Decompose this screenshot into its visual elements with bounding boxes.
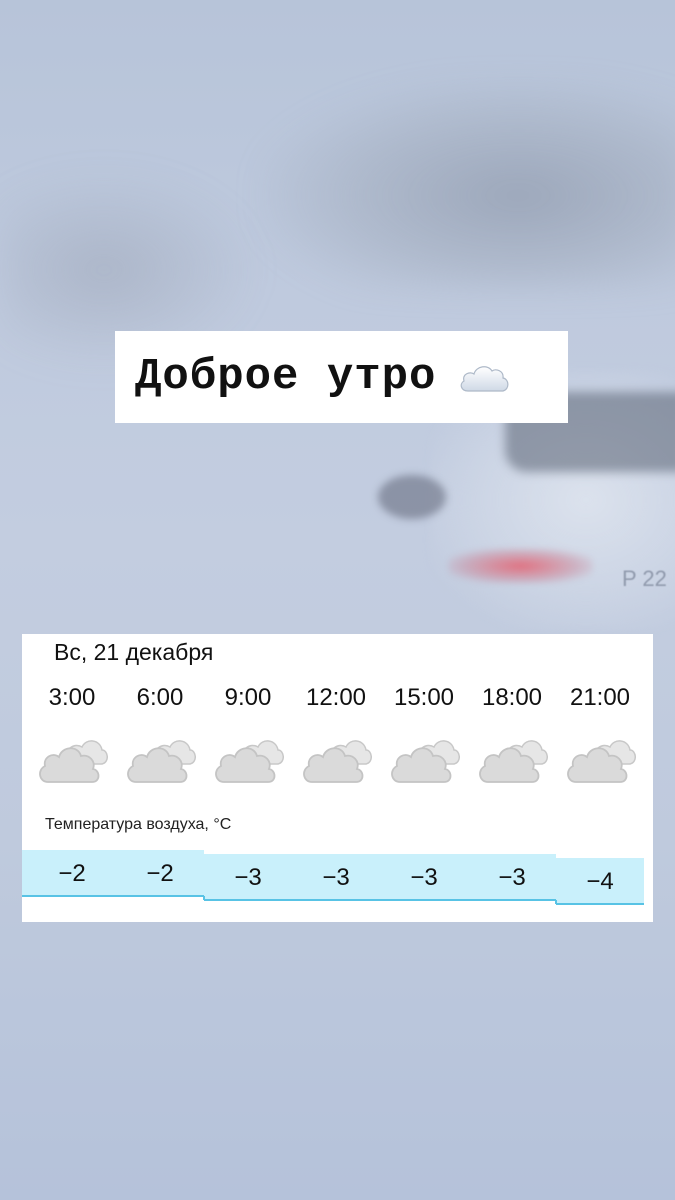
weather-forecast-panel: Вс, 21 декабря 3:00 6:00 9:00 12:00 15:0… — [22, 634, 653, 922]
temperature-value: −3 — [498, 864, 526, 891]
weather-icons-row — [22, 730, 644, 790]
temperature-label: Температура воздуха, °C — [45, 816, 232, 833]
temperature-chart: −2 −2 −3 −3 −3 −3 −4 — [22, 844, 644, 924]
cloudy-icon — [303, 740, 372, 783]
greeting-card: Доброе утро — [115, 331, 568, 423]
hour-label: 3:00 — [48, 684, 96, 711]
temperature-value: −3 — [322, 864, 350, 891]
temperature-value: −3 — [234, 864, 262, 891]
greeting-text: Доброе утро — [135, 352, 437, 402]
hour-label: 9:00 — [224, 684, 272, 711]
car-tail-light — [448, 548, 593, 584]
license-plate: P 22 — [622, 566, 667, 591]
temperature-value: −2 — [58, 860, 86, 887]
hour-label: 18:00 — [481, 684, 543, 711]
trees-silhouette — [260, 80, 675, 290]
hour-label: 21:00 — [569, 684, 631, 711]
forecast-date: Вс, 21 декабря — [54, 639, 214, 665]
temperature-value: −3 — [410, 864, 438, 891]
hour-label: 6:00 — [136, 684, 184, 711]
hour-label: 15:00 — [393, 684, 455, 711]
hours-row: 3:00 6:00 9:00 12:00 15:00 18:00 21:00 — [22, 684, 644, 716]
cloudy-icon — [479, 740, 548, 783]
cloudy-icon — [39, 740, 108, 783]
cloudy-icon — [567, 740, 636, 783]
snowy-background-photo: P 22 — [0, 0, 675, 1200]
cloud-icon — [461, 366, 509, 392]
temperature-value: −4 — [586, 868, 614, 895]
temperature-value: −2 — [146, 860, 174, 887]
cloudy-icon — [127, 740, 196, 783]
cloudy-icon — [391, 740, 460, 783]
cloudy-icon — [215, 740, 284, 783]
car-side-mirror — [378, 475, 446, 519]
hour-label: 12:00 — [305, 684, 367, 711]
